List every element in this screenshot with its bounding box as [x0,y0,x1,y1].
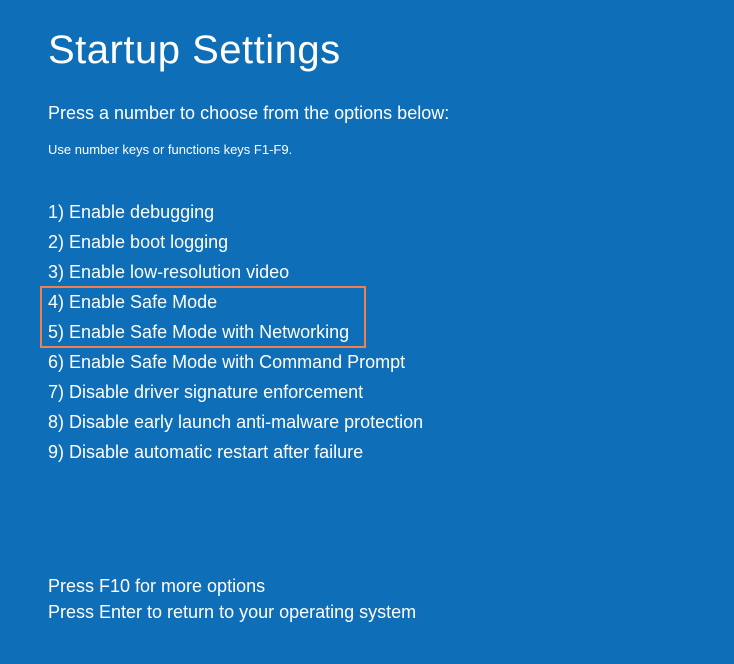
option-5-safe-mode-networking[interactable]: 5) Enable Safe Mode with Networking [48,317,686,347]
option-2-boot-logging[interactable]: 2) Enable boot logging [48,227,686,257]
page-title: Startup Settings [48,28,686,73]
option-7-disable-driver-sig[interactable]: 7) Disable driver signature enforcement [48,377,686,407]
option-3-low-res-video[interactable]: 3) Enable low-resolution video [48,257,686,287]
option-4-safe-mode[interactable]: 4) Enable Safe Mode [48,287,686,317]
option-6-safe-mode-cmd[interactable]: 6) Enable Safe Mode with Command Prompt [48,347,686,377]
startup-settings-screen: Startup Settings Press a number to choos… [0,0,734,625]
options-list: 1) Enable debugging 2) Enable boot loggi… [48,197,686,467]
option-8-disable-antimalware[interactable]: 8) Disable early launch anti-malware pro… [48,407,686,437]
hint-text: Use number keys or functions keys F1-F9. [48,142,686,157]
footer-more-options: Press F10 for more options [48,573,686,599]
footer-return: Press Enter to return to your operating … [48,599,686,625]
option-1-debugging[interactable]: 1) Enable debugging [48,197,686,227]
instruction-text: Press a number to choose from the option… [48,103,686,124]
footer-instructions: Press F10 for more options Press Enter t… [48,573,686,625]
option-9-disable-auto-restart[interactable]: 9) Disable automatic restart after failu… [48,437,686,467]
